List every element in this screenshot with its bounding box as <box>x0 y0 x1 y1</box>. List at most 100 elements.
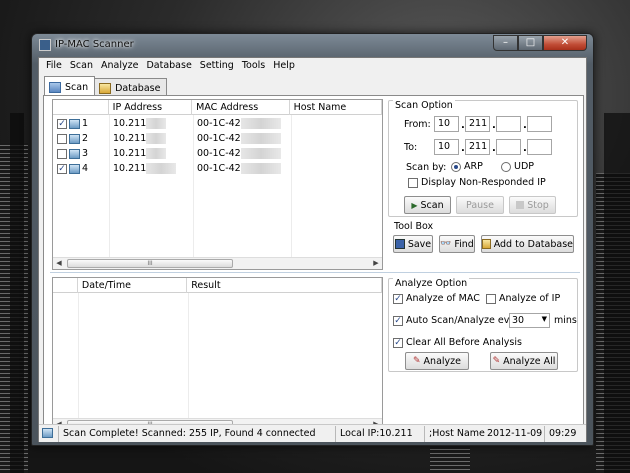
menu-analyze[interactable]: Analyze <box>98 58 143 75</box>
chevron-down-icon: ▼ <box>541 315 547 323</box>
arp-radio[interactable]: ARP <box>451 161 483 172</box>
divider <box>50 272 580 273</box>
find-button[interactable]: 👓 Find <box>439 235 475 253</box>
display-non-responded-label: Display Non-Responded IP <box>421 177 546 188</box>
to-ip-octet-2[interactable]: 211 <box>465 139 490 155</box>
analyze-all-button[interactable]: ✎ Analyze All <box>490 352 558 370</box>
analyze-mac-checkbox[interactable]: ✓ Analyze of MAC <box>393 293 480 304</box>
radio-selected-icon <box>451 161 461 172</box>
pause-button[interactable]: Pause <box>456 196 504 214</box>
analyze-all-button-label: Analyze All <box>503 355 556 367</box>
horizontal-scrollbar[interactable]: ◀ III ▶ <box>53 257 382 269</box>
tab-scan[interactable]: Scan <box>44 76 96 95</box>
to-ip-octet-4[interactable] <box>527 139 552 155</box>
interval-select[interactable]: 30 ▼ <box>509 313 550 328</box>
row-checkbox[interactable]: ✓ <box>57 118 67 129</box>
scroll-right-icon[interactable]: ▶ <box>370 258 382 269</box>
auto-scan-label: Auto Scan/Analyze every <box>406 315 525 326</box>
udp-radio[interactable]: UDP <box>501 161 534 172</box>
scan-button[interactable]: ▶ Scan <box>404 196 451 214</box>
redacted-block <box>146 148 167 159</box>
column-divider <box>291 115 292 257</box>
to-label: To: <box>404 142 418 153</box>
from-ip-octet-3[interactable] <box>496 116 521 132</box>
city-building <box>10 113 24 473</box>
row-checkbox[interactable]: ✓ <box>57 163 67 174</box>
tab-strip: Scan Database <box>44 76 168 96</box>
scan-results-table[interactable]: IP Address MAC Address Host Name ✓ 1 10.2… <box>52 99 383 270</box>
tab-database[interactable]: Database <box>94 78 168 95</box>
status-local-ip: Local IP:10.211 <box>336 425 425 442</box>
column-header-result[interactable]: Result <box>187 278 382 293</box>
minimize-button[interactable]: – <box>493 35 518 51</box>
table-row[interactable]: 3 10.211 00-1C-42 <box>53 146 291 161</box>
tab-database-label: Database <box>115 82 161 94</box>
scroll-left-icon[interactable]: ◀ <box>53 258 65 269</box>
row-index: 3 <box>82 148 89 159</box>
checkbox-checked-icon: ✓ <box>393 315 403 326</box>
analysis-results-table[interactable]: Date/Time Result ◀ III ▶ <box>52 277 383 431</box>
play-icon: ▶ <box>411 200 418 210</box>
computer-icon <box>69 163 80 174</box>
column-header-select[interactable] <box>53 100 109 115</box>
redacted-block <box>240 118 281 129</box>
table-row[interactable]: ✓ 4 10.211 00-1C-42 <box>53 161 291 176</box>
analyze-mac-label: Analyze of MAC <box>406 293 480 304</box>
save-button[interactable]: Save <box>393 235 433 253</box>
column-divider <box>78 293 79 418</box>
to-ip-octet-1[interactable]: 10 <box>434 139 459 155</box>
auto-scan-checkbox[interactable]: ✓ Auto Scan/Analyze every <box>393 315 525 326</box>
radio-icon <box>501 161 511 172</box>
analyze-button[interactable]: ✎ Analyze <box>405 352 469 370</box>
menu-scan[interactable]: Scan <box>67 58 98 75</box>
stop-button[interactable]: Stop <box>509 196 556 214</box>
status-host-name: ;Host Name <box>429 427 485 439</box>
column-header-datetime[interactable]: Date/Time <box>78 278 188 293</box>
mac-address: 00-1C-42 <box>197 148 241 159</box>
display-non-responded-checkbox[interactable]: Display Non-Responded IP <box>408 177 546 188</box>
redacted-block <box>240 163 281 174</box>
menu-database[interactable]: Database <box>143 58 196 75</box>
table-header: Date/Time Result <box>53 278 382 293</box>
column-header-mac[interactable]: MAC Address <box>192 100 290 115</box>
to-ip-octet-3[interactable] <box>496 139 521 155</box>
stop-button-label: Stop <box>527 199 549 211</box>
column-header-select[interactable] <box>53 278 78 293</box>
analyze-ip-checkbox[interactable]: Analyze of IP <box>486 293 560 304</box>
row-checkbox[interactable] <box>57 148 67 159</box>
add-to-database-button[interactable]: Add to Database <box>481 235 574 253</box>
menu-tools[interactable]: Tools <box>239 58 270 75</box>
database-icon <box>99 82 112 94</box>
table-row[interactable]: 2 10.211 00-1C-42 <box>53 131 291 146</box>
from-ip-octet-4[interactable] <box>527 116 552 132</box>
maximize-button[interactable]: □ <box>518 35 543 51</box>
menu-setting[interactable]: Setting <box>197 58 239 75</box>
analyze-option-title: Analyze Option <box>393 278 470 289</box>
client-area: File Scan Analyze Database Setting Tools… <box>38 57 587 442</box>
table-row[interactable]: ✓ 1 10.211 00-1C-42 <box>53 116 291 131</box>
binoculars-icon: 👓 <box>440 239 452 249</box>
mac-address: 00-1C-42 <box>197 118 241 129</box>
interval-value: 30 <box>512 315 525 326</box>
scan-option-title: Scan Option <box>393 100 455 111</box>
save-icon <box>394 239 405 249</box>
menu-bar: File Scan Analyze Database Setting Tools… <box>39 58 586 75</box>
from-ip-octet-1[interactable]: 10 <box>434 116 459 132</box>
redacted-block <box>146 118 167 129</box>
menu-help[interactable]: Help <box>270 58 300 75</box>
close-button[interactable]: ✕ <box>543 35 587 51</box>
menu-file[interactable]: File <box>43 58 67 75</box>
mins-label: mins <box>554 315 577 326</box>
column-header-ip[interactable]: IP Address <box>109 100 193 115</box>
scroll-thumb[interactable]: III <box>67 259 233 268</box>
from-ip-octet-2[interactable]: 211 <box>465 116 490 132</box>
analyze-button-label: Analyze <box>423 355 461 367</box>
column-header-host[interactable]: Host Name <box>290 100 382 115</box>
ip-address: 10.211 <box>113 118 147 129</box>
computer-icon <box>42 428 53 438</box>
row-index: 4 <box>82 163 89 174</box>
status-message: Scan Complete! Scanned: 255 IP, Found 4 … <box>59 425 336 442</box>
row-checkbox[interactable] <box>57 133 67 144</box>
scan-panel: IP Address MAC Address Host Name ✓ 1 10.2… <box>43 95 584 437</box>
clear-all-checkbox[interactable]: ✓ Clear All Before Analysis <box>393 337 522 348</box>
